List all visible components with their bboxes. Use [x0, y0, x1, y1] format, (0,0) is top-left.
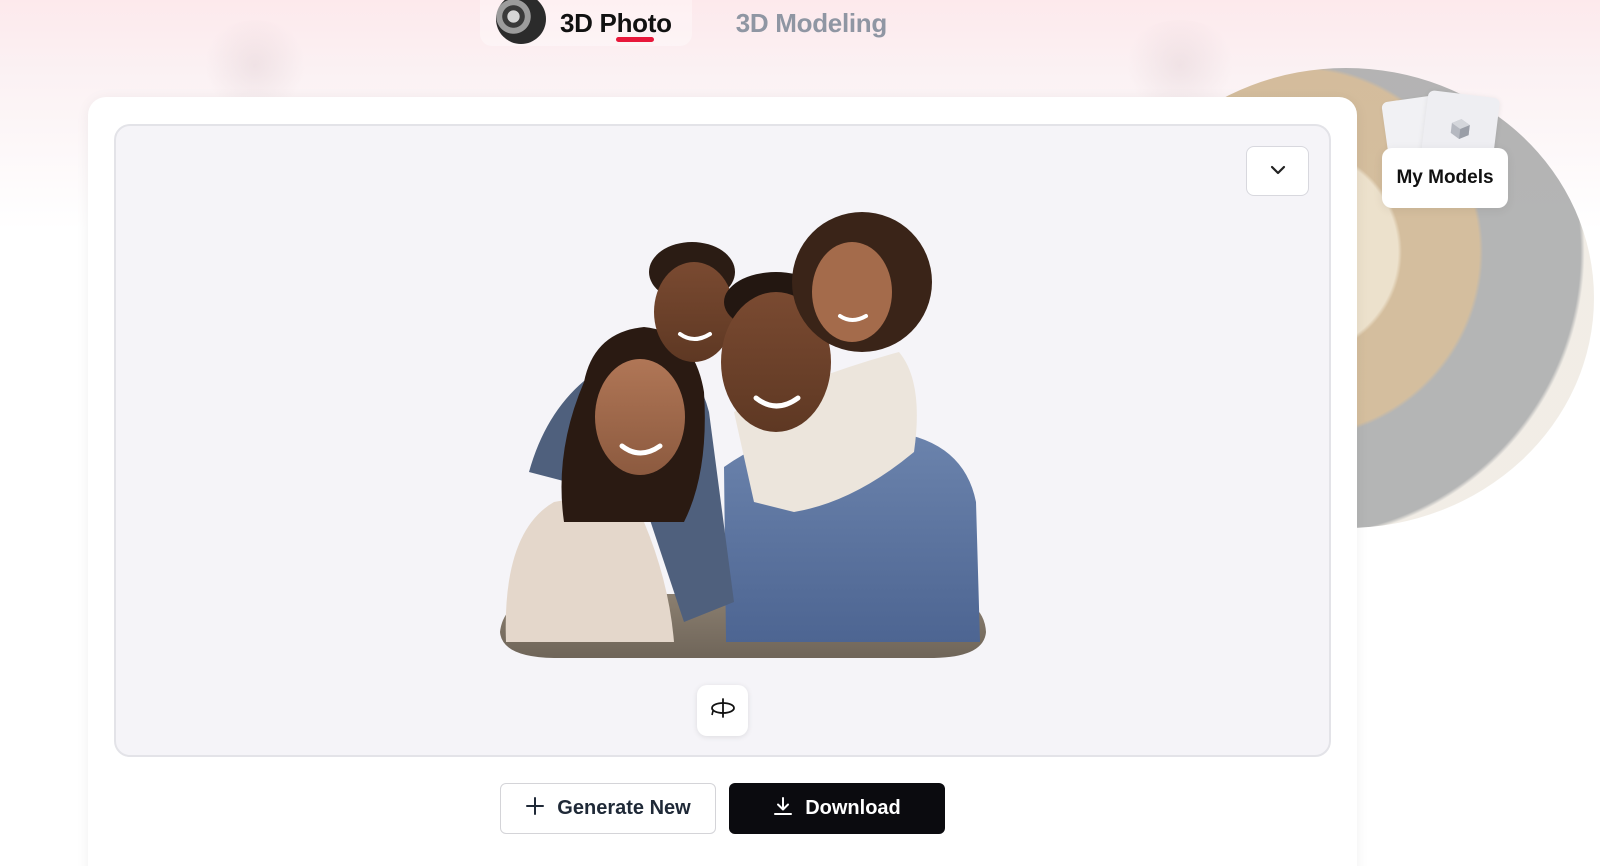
- rotate-button[interactable]: [697, 685, 748, 736]
- my-models-widget[interactable]: My Models: [1380, 89, 1510, 212]
- download-button[interactable]: Download: [729, 783, 945, 834]
- model-viewer[interactable]: [114, 124, 1331, 757]
- rotate-360-icon: [710, 696, 736, 725]
- page: 3D Photo 3D Modeling Generate New Downlo…: [0, 0, 1600, 866]
- tab-3d-photo[interactable]: 3D Photo: [480, 0, 692, 46]
- active-tab-indicator: [616, 37, 654, 42]
- generate-new-button[interactable]: Generate New: [500, 783, 716, 834]
- plus-icon: [525, 796, 545, 822]
- model-card: Generate New Download: [88, 97, 1357, 866]
- cube-icon: [1446, 115, 1473, 147]
- tab-label: 3D Modeling: [735, 7, 888, 38]
- family-portrait-thumbnail: [496, 0, 546, 44]
- my-models-button[interactable]: My Models: [1382, 148, 1508, 208]
- download-label: Download: [805, 797, 901, 819]
- tab-label: 3D Photo: [560, 7, 672, 38]
- mode-tabs: 3D Photo 3D Modeling: [480, 0, 1594, 528]
- 3d-model-preview[interactable]: [494, 202, 990, 662]
- generate-new-label: Generate New: [557, 797, 691, 819]
- download-icon: [773, 796, 793, 822]
- collapse-button[interactable]: [1246, 146, 1309, 196]
- chevron-down-icon: [1270, 162, 1286, 180]
- tab-3d-modeling[interactable]: 3D Modeling: [720, 0, 1594, 528]
